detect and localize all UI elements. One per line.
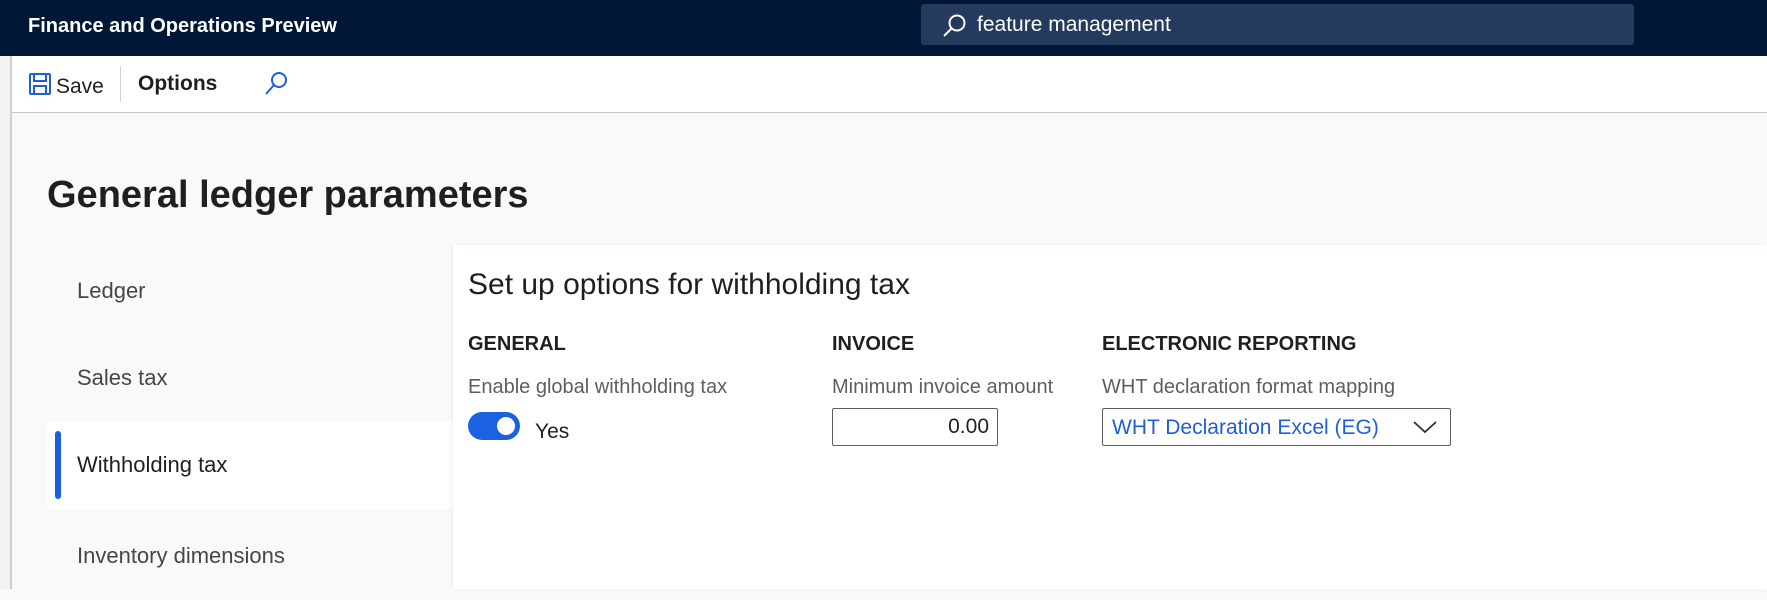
save-button[interactable]: Save [28, 72, 104, 102]
action-search-button[interactable] [262, 70, 290, 104]
enable-global-wht-toggle[interactable] [468, 412, 520, 440]
toolbar-divider [120, 66, 121, 102]
nav-item-sales-tax[interactable]: Sales tax [47, 334, 453, 422]
search-icon [262, 72, 290, 103]
enable-global-wht-label: Enable global withholding tax [468, 376, 728, 398]
nav-item-withholding-tax[interactable]: Withholding tax [47, 421, 453, 509]
invoice-heading: INVOICE [832, 333, 915, 355]
chevron-down-icon [1412, 419, 1438, 440]
save-label: Save [56, 75, 104, 98]
action-pane: Save Options [12, 56, 1767, 113]
search-icon [941, 13, 967, 44]
wht-format-mapping-label: WHT declaration format mapping [1102, 376, 1396, 398]
global-search-box[interactable]: feature management [921, 4, 1634, 45]
toggle-state-text: Yes [535, 420, 570, 443]
dropdown-value: WHT Declaration Excel (EG) [1112, 416, 1379, 439]
nav-item-inventory-dimensions[interactable]: Inventory dimensions [47, 512, 453, 600]
options-tab[interactable]: Options [138, 72, 217, 96]
general-heading: GENERAL [468, 333, 566, 355]
search-input[interactable]: feature management [977, 13, 1171, 37]
minimum-invoice-amount-label: Minimum invoice amount [832, 376, 1054, 398]
minimum-invoice-amount-input[interactable] [832, 408, 998, 446]
app-title: Finance and Operations Preview [28, 15, 337, 37]
panel-heading: Set up options for withholding tax [468, 268, 910, 301]
nav-item-ledger[interactable]: Ledger [47, 247, 453, 335]
save-icon [28, 72, 52, 102]
electronic-reporting-heading: ELECTRONIC REPORTING [1102, 333, 1357, 355]
wht-format-mapping-dropdown[interactable]: WHT Declaration Excel (EG) [1102, 408, 1451, 446]
nav-item-label: Withholding tax [77, 452, 228, 477]
page-title: General ledger parameters [47, 174, 529, 216]
left-strip [0, 56, 12, 589]
